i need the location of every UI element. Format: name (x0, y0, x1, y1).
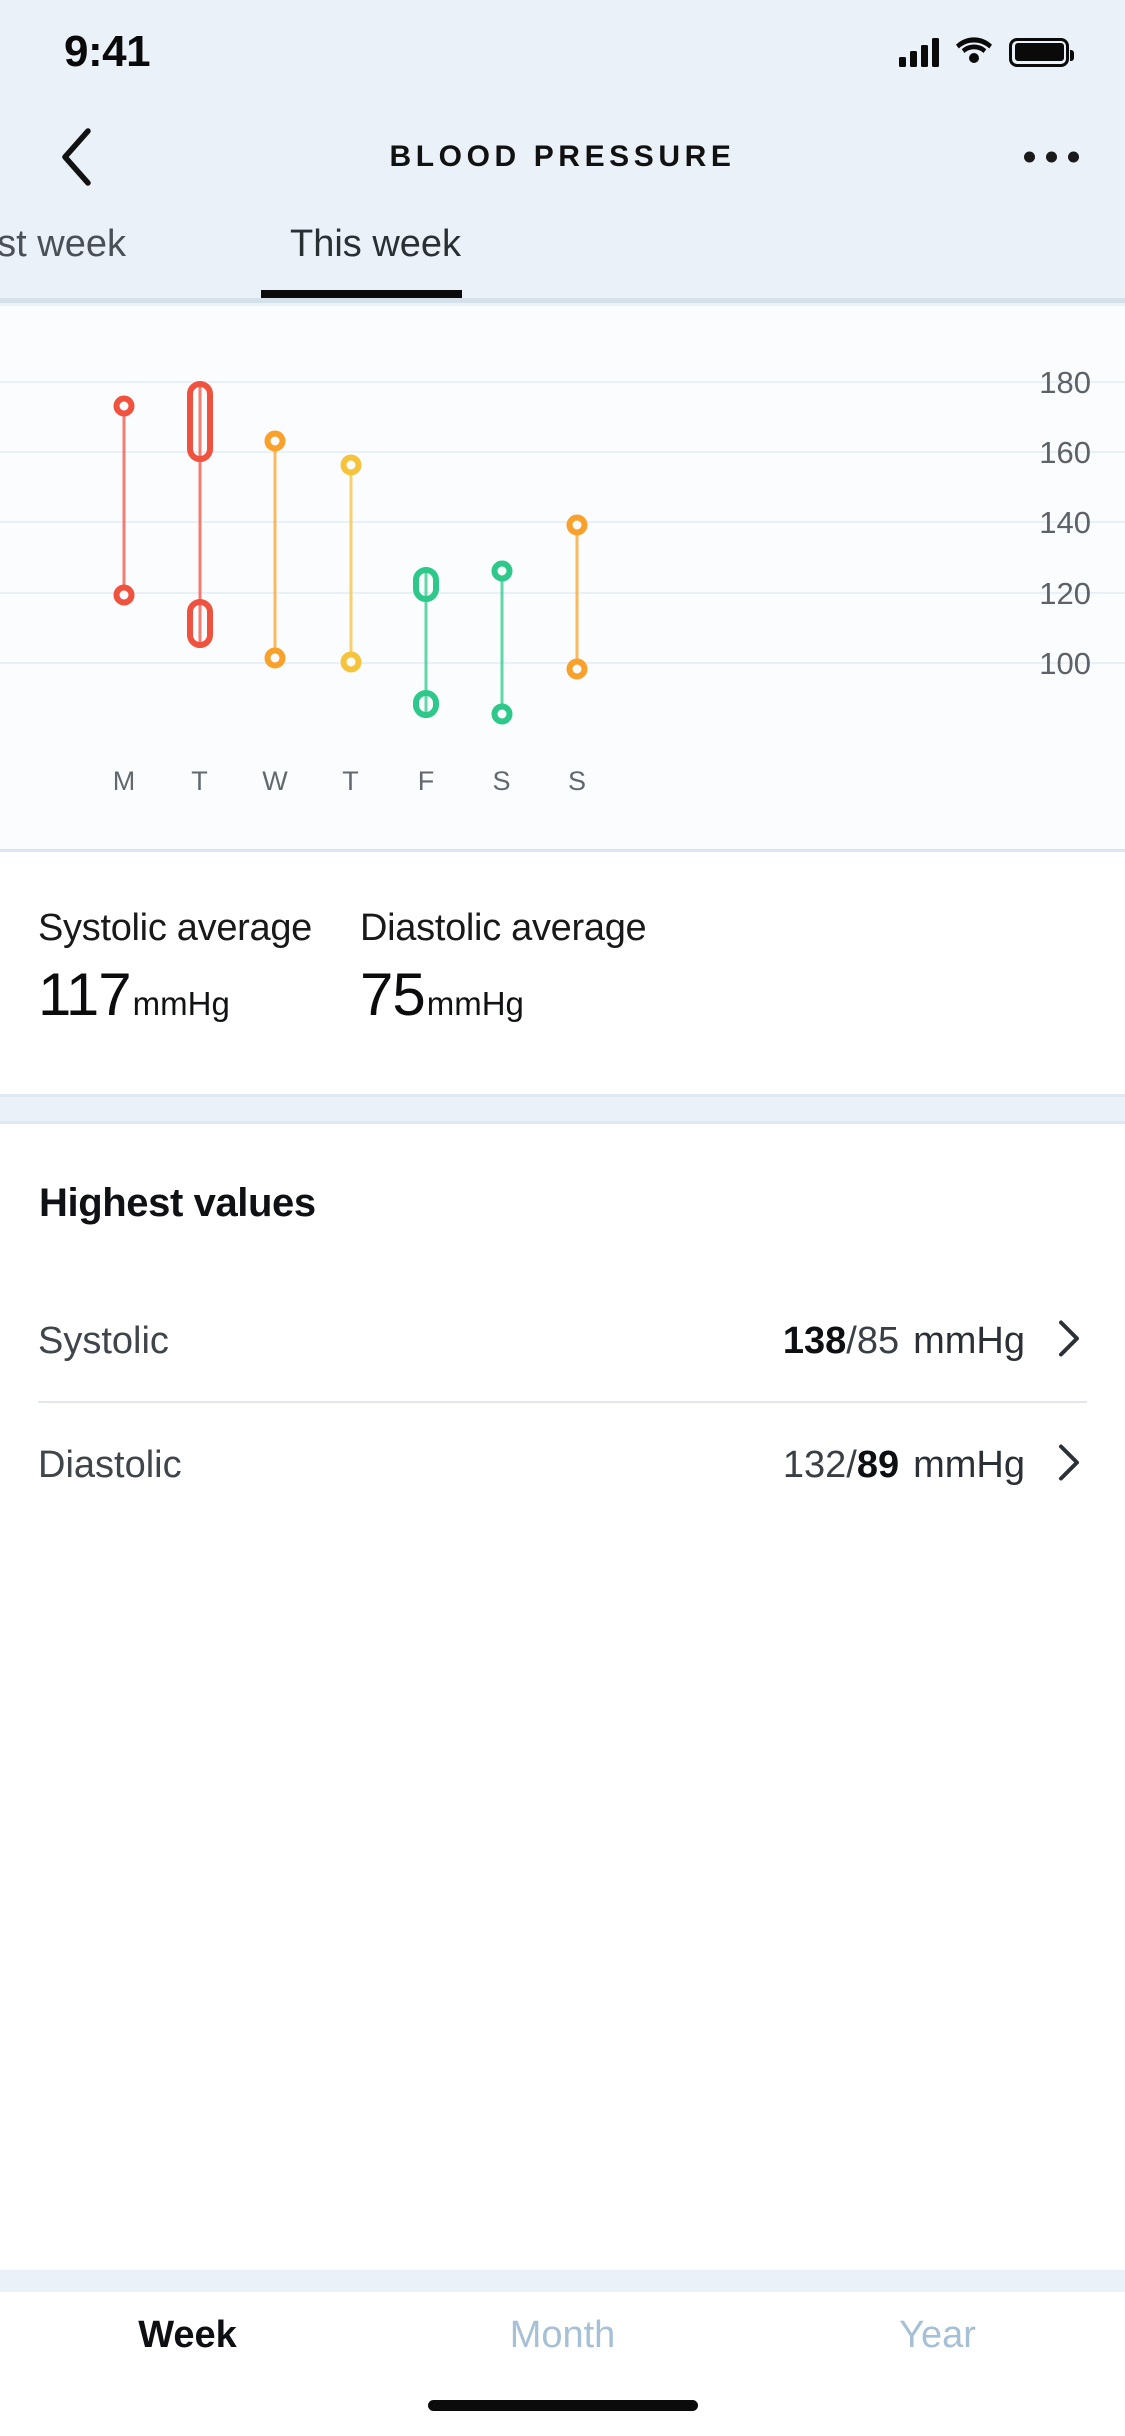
highest-values-title: Highest values (39, 1181, 316, 1226)
highest-diastolic-unit: mmHg (913, 1444, 1025, 1487)
systolic-average: Systolic average 117 mmHg (38, 907, 312, 1029)
bottom-tab-bar: Week Month Year (0, 2292, 1125, 2436)
chart-diastolic-point (114, 585, 135, 606)
chevron-right-icon[interactable] (1058, 1320, 1080, 1363)
battery-full-icon (1009, 38, 1069, 67)
highest-diastolic-values: 132 / 89 mmHg (783, 1444, 1025, 1487)
week-selector-divider (0, 298, 1125, 303)
nav-bar: BLOOD PRESSURE (0, 104, 1125, 209)
systolic-average-value: 117 mmHg (38, 960, 312, 1029)
status-bar-icons (899, 36, 1069, 69)
chart-range-stem (500, 571, 503, 715)
chart-systolic-point (340, 455, 361, 476)
diastolic-average-number: 75 (360, 960, 425, 1029)
home-indicator (428, 2400, 698, 2411)
highest-systolic-label: Systolic (38, 1320, 169, 1363)
chart-x-axis-label: S (492, 766, 510, 797)
tab-this-week[interactable]: This week (290, 223, 461, 266)
section-separator (0, 1094, 1125, 1124)
chart-x-axis-label: T (342, 766, 359, 797)
cellular-signal-icon (899, 37, 939, 67)
tab-bar-shade (0, 2270, 1125, 2292)
chart-systolic-capsule (413, 567, 439, 602)
diastolic-average-value: 75 mmHg (360, 960, 646, 1029)
tab-week[interactable]: Week (0, 2292, 375, 2357)
highest-diastolic-label: Diastolic (38, 1444, 182, 1487)
status-bar: 9:41 (0, 0, 1125, 104)
chart-range-stem (123, 406, 126, 595)
status-bar-clock: 9:41 (64, 27, 150, 77)
chart-systolic-capsule (187, 381, 213, 462)
chart-plot-area: 180 160 140 120 100 M T W T F S S (0, 306, 1125, 849)
highest-values-section: Highest values Systolic 138 / 85 mmHg Di… (0, 1124, 1125, 1524)
tab-year[interactable]: Year (750, 2292, 1125, 2357)
week-selector: ast week This week (0, 209, 1125, 306)
highest-systolic-values: 138 / 85 mmHg (783, 1320, 1025, 1363)
diastolic-average-label: Diastolic average (360, 907, 646, 950)
chart-y-axis-label: 120 (1039, 576, 1091, 612)
diastolic-average: Diastolic average 75 mmHg (360, 907, 646, 1029)
systolic-average-label: Systolic average (38, 907, 312, 950)
chart-diastolic-point (340, 651, 361, 672)
chart-range-stem (576, 525, 579, 669)
chevron-right-icon[interactable] (1058, 1444, 1080, 1487)
chart-range-stem (274, 441, 277, 659)
diastolic-average-unit: mmHg (427, 985, 524, 1023)
chart-systolic-point (491, 560, 512, 581)
back-button[interactable] (42, 122, 112, 192)
tab-month[interactable]: Month (375, 2292, 750, 2357)
tab-active-indicator (261, 290, 462, 298)
highest-systolic-primary: 138 (783, 1320, 846, 1363)
highest-systolic-unit: mmHg (913, 1320, 1025, 1363)
chart-y-axis-label: 100 (1039, 646, 1091, 682)
wifi-icon (955, 36, 993, 69)
highest-systolic-secondary: 85 (857, 1320, 899, 1363)
blood-pressure-chart: 180 160 140 120 100 M T W T F S S (0, 306, 1125, 852)
chart-x-axis-label: T (191, 766, 208, 797)
systolic-average-unit: mmHg (133, 985, 230, 1023)
chart-y-axis-label: 160 (1039, 435, 1091, 471)
chart-systolic-point (114, 395, 135, 416)
chart-diastolic-capsule (413, 690, 439, 718)
chart-diastolic-capsule (187, 599, 213, 648)
systolic-average-number: 117 (38, 960, 131, 1029)
chart-x-axis-label: F (418, 766, 435, 797)
page-title: BLOOD PRESSURE (0, 140, 1125, 174)
chart-x-axis-label: M (113, 766, 136, 797)
chart-systolic-point (567, 514, 588, 535)
chart-x-axis-label: W (262, 766, 287, 797)
highest-diastolic-separator: / (846, 1444, 857, 1487)
averages-section: Systolic average 117 mmHg Diastolic aver… (0, 852, 1125, 1094)
highest-systolic-row[interactable]: Systolic 138 / 85 mmHg (0, 1276, 1125, 1406)
chart-diastolic-point (491, 704, 512, 725)
chart-y-axis-label: 140 (1039, 505, 1091, 541)
more-options-icon[interactable] (1024, 151, 1079, 162)
highest-diastolic-row[interactable]: Diastolic 132 / 89 mmHg (0, 1400, 1125, 1530)
highest-systolic-separator: / (846, 1320, 857, 1363)
tab-last-week[interactable]: ast week (0, 223, 126, 266)
chart-y-axis-label: 180 (1039, 365, 1091, 401)
chart-diastolic-point (567, 658, 588, 679)
chart-diastolic-point (265, 648, 286, 669)
chart-systolic-point (265, 430, 286, 451)
highest-diastolic-secondary: 89 (857, 1444, 899, 1487)
chart-range-stem (349, 465, 352, 662)
chart-x-axis-label: S (568, 766, 586, 797)
highest-diastolic-primary: 132 (783, 1444, 846, 1487)
